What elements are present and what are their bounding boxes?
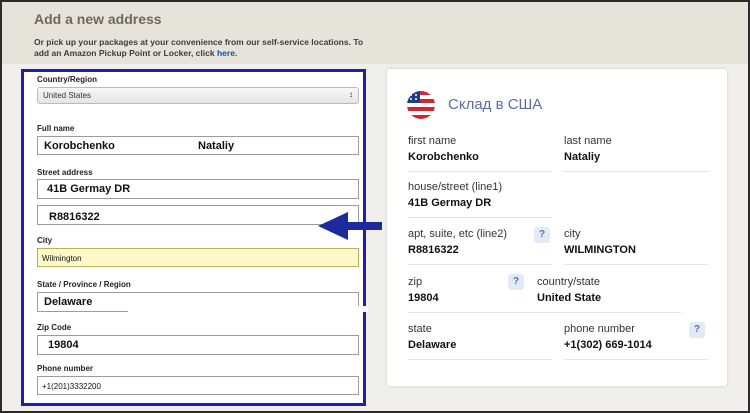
phone-help-icon[interactable]: ? [689,322,705,338]
us-flag-icon [407,91,435,119]
phone-label: Phone number [37,364,94,373]
last-name-value: Nataliy [198,140,235,152]
screenshot-frame: Add a new address Or pick up your packag… [0,0,750,413]
page-title: Add a new address [34,11,162,27]
first-name-label: first name [408,135,457,147]
first-name-value[interactable]: Korobchenko [408,151,558,163]
field-country: country/state United State [537,276,687,313]
zip-value[interactable]: 19804 [408,292,558,304]
pickup-note: Or pick up your packages at your conveni… [34,37,364,58]
phone-input[interactable]: +1(201)3332200 [37,376,359,395]
phone-value[interactable]: +1(302) 669-1014 [564,339,714,351]
select-caret-icon: ↕ [349,90,353,99]
last-name-label: last name [564,135,612,147]
field-state: state Delaware [408,323,558,360]
pickup-note-text: Or pick up your packages at your conveni… [34,37,364,58]
country-value: United States [43,91,92,100]
address-form: Country/Region United States ↕ Full name… [21,69,368,406]
city-value: Wilmington [42,254,82,263]
warehouse-card: Склад в США first name Korobchenko last … [387,69,727,386]
state-input[interactable]: Delaware [37,292,368,312]
warehouse-title: Склад в США [448,96,543,113]
left-arrow-icon [318,212,382,240]
pickup-link[interactable]: here [217,48,235,58]
line2-value[interactable]: R8816322 [408,244,558,256]
country-label: Country/Region [37,75,97,84]
zip-value: 19804 [48,339,79,351]
street-line2-input[interactable]: R8816322 [37,205,359,225]
country-label: country/state [537,276,600,288]
field-zip: zip 19804 [408,276,558,313]
city-label: city [564,228,581,240]
fullname-input[interactable]: Korobchenko Nataliy [37,136,359,155]
zip-label: Zip Code [37,323,72,332]
field-last-name: last name Nataliy [564,135,714,172]
last-name-value[interactable]: Nataliy [564,151,714,163]
state-label: State / Province / Region [37,280,131,289]
field-first-name: first name Korobchenko [408,135,558,172]
street-label: Street address [37,168,93,177]
field-line1: house/street (line1) 41B Germay DR [408,181,558,218]
state-value: Delaware [44,296,93,308]
phone-value: +1(201)3332200 [42,382,101,391]
page-header: Add a new address Or pick up your packag… [2,2,748,64]
country-value[interactable]: United State [537,292,687,304]
street-line2-value: R8816322 [49,211,100,223]
line1-value[interactable]: 41B Germay DR [408,197,558,209]
city-input[interactable]: Wilmington [37,248,359,267]
line1-label: house/street (line1) [408,181,503,193]
input-gap [128,306,368,312]
street-line1-input[interactable]: 41B Germay DR [37,179,359,199]
line2-help-icon[interactable]: ? [534,227,550,243]
zip-label: zip [408,276,423,288]
fullname-label: Full name [37,124,75,133]
country-select[interactable]: United States ↕ [37,87,359,104]
field-city: city WILMINGTON [564,228,714,265]
state-label: state [408,323,432,335]
zip-input[interactable]: 19804 [37,335,359,355]
city-label: City [37,236,53,245]
state-value[interactable]: Delaware [408,339,558,351]
city-value[interactable]: WILMINGTON [564,244,714,256]
zip-help-icon[interactable]: ? [508,274,524,290]
street-line1-value: 41B Germay DR [47,183,131,195]
first-name-value: Korobchenko [44,140,115,152]
